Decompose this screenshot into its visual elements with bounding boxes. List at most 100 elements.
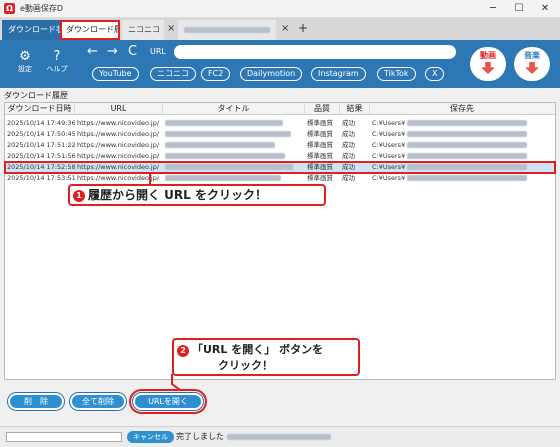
blurred-title <box>165 175 281 181</box>
url-input[interactable] <box>174 45 456 59</box>
tab-download-history[interactable]: ダウンロード履歴 <box>60 20 120 40</box>
cell-title <box>163 140 305 151</box>
app-icon: Ω <box>4 3 15 14</box>
cell-url: https://www.nicovideo.jp/ <box>77 174 160 182</box>
table-row[interactable]: 2025/10/14 17:53:51 https://www.nicovide… <box>5 173 555 184</box>
forward-arrow-icon[interactable]: → <box>107 44 118 59</box>
cell-path: C:¥Users¥ <box>370 129 554 140</box>
blurred-path <box>407 153 528 159</box>
download-icon <box>525 62 539 74</box>
step-number-badge: 2 <box>177 345 189 357</box>
path-text: C:¥Users¥ <box>372 141 406 149</box>
cell-result: 成功 <box>342 174 355 182</box>
table-row[interactable]: 2025/10/14 17:50:45 https://www.nicovide… <box>5 129 555 140</box>
cell-url: https://www.nicovideo.jp/ <box>77 152 160 160</box>
callout-step2-line2: クリック！ <box>218 359 273 372</box>
column-header[interactable]: 保存先 <box>370 103 554 114</box>
cell-title <box>163 173 305 184</box>
tab-close-icon[interactable]: × <box>167 23 175 34</box>
column-header[interactable]: 品質 <box>305 103 340 114</box>
status-text: 完了しました <box>176 431 331 442</box>
back-arrow-icon[interactable]: ← <box>87 44 98 59</box>
add-tab-button[interactable]: + <box>298 21 308 35</box>
column-header[interactable]: タイトル <box>163 103 305 114</box>
table-row[interactable]: 2025/10/14 17:51:56 https://www.nicovide… <box>5 151 555 162</box>
download-icon <box>481 62 495 74</box>
path-text: C:¥Users¥ <box>372 130 406 138</box>
column-header[interactable]: ダウンロード日時 <box>5 103 75 114</box>
blurred-status-detail <box>226 433 331 440</box>
cell-quality: 標準画質 <box>307 152 333 160</box>
cancel-button[interactable]: キャンセル <box>127 431 174 443</box>
music-label: 音楽 <box>524 51 540 60</box>
delete-button[interactable]: 削 除 <box>8 393 64 410</box>
callout-step1: 1 履歴から開く URL をクリック！ <box>68 184 326 206</box>
question-icon: ? <box>53 49 61 64</box>
cell-path: C:¥Users¥ <box>370 140 554 151</box>
video-label: 動画 <box>480 51 496 60</box>
cell-quality: 標準画質 <box>307 163 333 171</box>
tab-niconico[interactable]: ニコニコ <box>122 20 164 40</box>
blurred-tab-title <box>184 26 270 33</box>
table-row[interactable]: 2025/10/14 17:51:22 https://www.nicovide… <box>5 140 555 151</box>
cell-date: 2025/10/14 17:51:56 <box>7 152 75 160</box>
site-tiktok-button[interactable]: TikTok <box>377 67 416 81</box>
path-text: C:¥Users¥ <box>372 152 406 160</box>
cell-quality: 標準画質 <box>307 174 333 182</box>
cell-result: 成功 <box>342 119 355 127</box>
cell-title <box>163 151 305 162</box>
path-text: C:¥Users¥ <box>372 163 406 171</box>
blurred-title <box>165 164 293 170</box>
cell-result: 成功 <box>342 141 355 149</box>
path-text: C:¥Users¥ <box>372 174 406 182</box>
tab-page[interactable] <box>178 20 276 40</box>
table-row[interactable]: 2025/10/14 17:49:36 https://www.nicovide… <box>5 118 555 129</box>
column-header[interactable]: 結果 <box>340 103 370 114</box>
toolbar: ⚙ 設定 ? ヘルプ ← → C URL YouTube ニコニコ FC2 Da… <box>0 40 560 88</box>
window-title: e動画保存D <box>20 4 64 13</box>
cell-url: https://www.nicovideo.jp/ <box>77 130 160 138</box>
close-button[interactable]: ✕ <box>532 0 558 18</box>
settings-label: 設定 <box>18 65 32 73</box>
title-bar: Ω e動画保存D ─ ☐ ✕ <box>0 0 560 18</box>
music-download-button[interactable]: 音楽 <box>514 47 550 81</box>
blurred-path <box>407 175 528 181</box>
cell-quality: 標準画質 <box>307 141 333 149</box>
open-url-button[interactable]: URLを開く <box>129 389 207 414</box>
reload-icon[interactable]: C <box>128 44 137 59</box>
cell-quality: 標準画質 <box>307 130 333 138</box>
delete-all-button[interactable]: 全て削除 <box>70 393 126 410</box>
settings-button[interactable]: ⚙ 設定 <box>13 50 37 74</box>
video-download-button[interactable]: 動画 <box>470 47 506 81</box>
blurred-path <box>407 131 528 137</box>
blurred-title <box>165 142 275 148</box>
table-body: 2025/10/14 17:49:36 https://www.nicovide… <box>4 115 556 184</box>
site-instagram-button[interactable]: Instagram <box>311 67 366 81</box>
cell-result: 成功 <box>342 130 355 138</box>
cell-path: C:¥Users¥ <box>370 151 554 162</box>
site-fc2-button[interactable]: FC2 <box>201 67 231 81</box>
tab-close-icon[interactable]: × <box>281 23 289 34</box>
section-title: ダウンロード履歴 <box>4 91 68 100</box>
cell-date: 2025/10/14 17:53:51 <box>7 174 75 182</box>
path-text: C:¥Users¥ <box>372 119 406 127</box>
tab-strip: ダウンロード状況 ダウンロード履歴 ニコニコ × × + <box>0 18 560 40</box>
site-dailymotion-button[interactable]: Dailymotion <box>240 67 303 81</box>
table-row-selected[interactable]: 2025/10/14 17:52:58 https://www.nicovide… <box>4 161 556 174</box>
cell-path: C:¥Users¥ <box>370 173 554 184</box>
callout-step1-text: 履歴から開く URL をクリック！ <box>88 188 267 202</box>
site-niconico-button[interactable]: ニコニコ <box>150 67 196 81</box>
cell-url: https://www.nicovideo.jp/ <box>77 163 160 171</box>
site-youtube-button[interactable]: YouTube <box>92 67 139 81</box>
status-bar: キャンセル 完了しました <box>0 426 560 447</box>
blurred-path <box>407 142 528 148</box>
maximize-button[interactable]: ☐ <box>506 0 532 18</box>
minimize-button[interactable]: ─ <box>480 0 506 18</box>
tab-download-status[interactable]: ダウンロード状況 <box>2 20 60 40</box>
cell-url: https://www.nicovideo.jp/ <box>77 119 160 127</box>
site-x-button[interactable]: X <box>425 67 445 81</box>
blurred-title <box>165 153 285 159</box>
column-header[interactable]: URL <box>75 103 163 114</box>
progress-bar <box>6 432 122 442</box>
help-button[interactable]: ? ヘルプ <box>45 50 69 74</box>
